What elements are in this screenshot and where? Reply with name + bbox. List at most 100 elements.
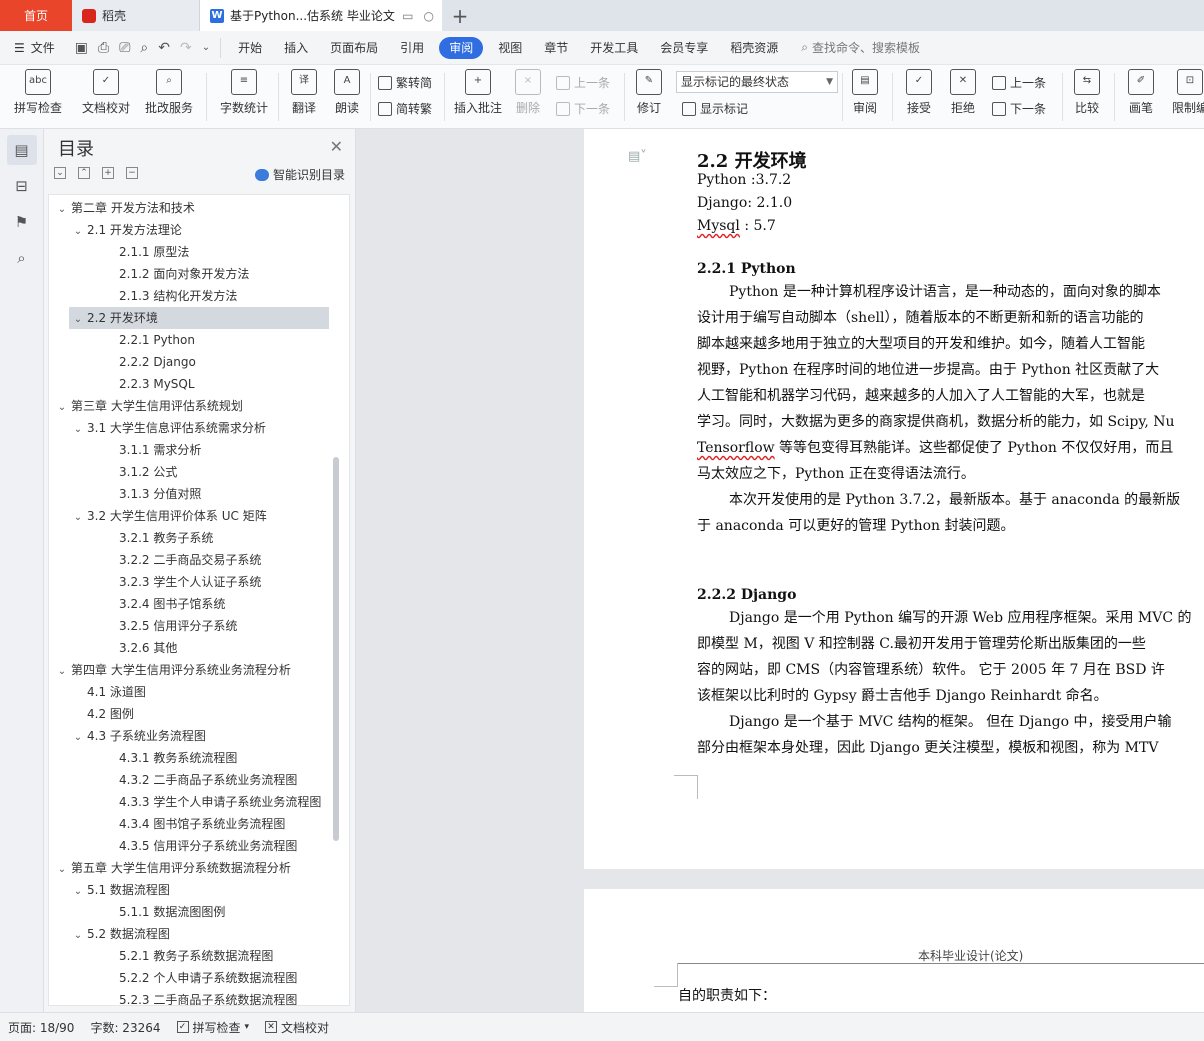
- show-markup-button[interactable]: 显示标记: [682, 100, 748, 117]
- tab-window-icon[interactable]: ▭: [402, 9, 413, 23]
- toc-item[interactable]: ⌄ 2.2 开发环境: [69, 307, 329, 329]
- toc-item[interactable]: 3.2.3 学生个人认证子系统: [103, 571, 261, 593]
- tab-docer[interactable]: 稻壳: [72, 0, 200, 31]
- chapter-nav-icon[interactable]: ⊟: [7, 171, 37, 201]
- toc-item[interactable]: 2.2.3 MySQL: [103, 373, 195, 395]
- toc-item[interactable]: 2.1.3 结构化开发方法: [103, 285, 237, 307]
- tab-home[interactable]: 首页: [0, 0, 72, 31]
- chevron-down-icon[interactable]: ⌄: [71, 309, 85, 331]
- chevron-down-icon[interactable]: ⌄: [71, 727, 85, 749]
- more-icon[interactable]: ⌄: [202, 42, 210, 53]
- menu-tab[interactable]: 引用: [389, 37, 435, 59]
- menu-tab[interactable]: 开发工具: [579, 37, 649, 59]
- toc-item[interactable]: 4.3.4 图书馆子系统业务流程图: [103, 813, 285, 835]
- command-search[interactable]: ⌕ 查找命令、搜索模板: [801, 39, 920, 56]
- toc-item[interactable]: 4.3.5 信用评分子系统业务流程图: [103, 835, 297, 857]
- toc-item[interactable]: 4.3.1 教务系统流程图: [103, 747, 237, 769]
- paragraph-menu-icon[interactable]: ▤˅: [628, 149, 647, 164]
- print-icon[interactable]: ⎚: [119, 40, 130, 56]
- toc-item[interactable]: ⌄ 第三章 大学生信用评估系统规划: [55, 395, 243, 417]
- next-change-button[interactable]: 下一条: [992, 100, 1046, 117]
- toc-item[interactable]: 3.1.2 公式: [103, 461, 177, 483]
- toc-item[interactable]: ⌄ 5.1 数据流程图: [71, 879, 170, 901]
- chevron-down-icon[interactable]: ⌄: [55, 397, 69, 419]
- chevron-down-icon[interactable]: ⌄: [71, 925, 85, 947]
- toc-item[interactable]: 2.1.1 原型法: [103, 241, 189, 263]
- toc-item[interactable]: ⌄ 第四章 大学生信用评分系统业务流程分析: [55, 659, 291, 681]
- toc-scrollbar[interactable]: [333, 457, 339, 841]
- toc-item[interactable]: ⌄ 3.1 大学生信息评估系统需求分析: [71, 417, 266, 439]
- chevron-down-icon[interactable]: ⌄: [71, 881, 85, 903]
- toc-item[interactable]: ⌄ 第二章 开发方法和技术: [55, 197, 195, 219]
- close-icon[interactable]: ✕: [330, 137, 343, 156]
- toc-item[interactable]: 3.2.6 其他: [103, 637, 177, 659]
- file-menu[interactable]: ☰ 文件: [0, 39, 65, 56]
- toc-item[interactable]: 3.1.1 需求分析: [103, 439, 201, 461]
- expand-all-icon[interactable]: ⌃: [78, 167, 90, 179]
- chevron-down-icon[interactable]: ⌄: [55, 661, 69, 683]
- menu-tab[interactable]: 审阅: [439, 36, 484, 59]
- export-icon[interactable]: ⎙: [98, 40, 109, 56]
- toc-item[interactable]: ⌄ 第五章 大学生信用评分系统数据流程分析: [55, 857, 291, 879]
- chevron-down-icon[interactable]: ⌄: [55, 199, 69, 221]
- undo-icon[interactable]: ↶: [158, 40, 170, 56]
- track-changes-button[interactable]: ✎ 修订: [632, 69, 666, 116]
- toc-item[interactable]: 5.2.2 个人申请子系统数据流程图: [103, 967, 297, 989]
- chevron-down-icon[interactable]: ⌄: [71, 221, 85, 243]
- redo-icon[interactable]: ↷: [180, 40, 192, 56]
- menu-tab[interactable]: 开始: [227, 37, 273, 59]
- spell-check-status[interactable]: ✓ 拼写检查 ▾: [169, 1019, 258, 1036]
- toc-item[interactable]: 5.1.1 数据流图图例: [103, 901, 225, 923]
- proofread-button[interactable]: ✓ 文档校对: [78, 69, 134, 116]
- toc-item[interactable]: 3.2.4 图书子馆系统: [103, 593, 225, 615]
- toc-item[interactable]: 3.2.2 二手商品交易子系统: [103, 549, 261, 571]
- collapse-all-icon[interactable]: ⌄: [54, 167, 66, 179]
- save-icon[interactable]: ▣: [75, 40, 88, 56]
- prev-change-button[interactable]: 上一条: [992, 74, 1046, 91]
- page-indicator[interactable]: 页面: 18/90: [0, 1019, 82, 1036]
- word-count-button[interactable]: ≡ 字数统计: [216, 69, 272, 116]
- toc-item[interactable]: 3.2.5 信用评分子系统: [103, 615, 237, 637]
- compare-button[interactable]: ⇆ 比较: [1070, 69, 1104, 116]
- toc-item[interactable]: 4.2 图例: [71, 703, 134, 725]
- chevron-down-icon[interactable]: ⌄: [71, 419, 85, 441]
- menu-tab[interactable]: 插入: [273, 37, 319, 59]
- preview-icon[interactable]: ⌕: [140, 40, 148, 56]
- tab-close-icon[interactable]: ○: [424, 9, 434, 23]
- toc-nav-icon[interactable]: ▤: [6, 135, 37, 165]
- pen-button[interactable]: ✐ 画笔: [1124, 69, 1158, 116]
- toc-item[interactable]: 5.2.1 教务子系统数据流程图: [103, 945, 273, 967]
- chevron-down-icon[interactable]: ⌄: [55, 859, 69, 881]
- toc-item[interactable]: ⌄ 3.2 大学生信用评价体系 UC 矩阵: [71, 505, 267, 527]
- new-tab-button[interactable]: +: [442, 0, 478, 31]
- toc-item[interactable]: ⌄ 2.1 开发方法理论: [71, 219, 182, 241]
- translate-button[interactable]: 译翻译: [286, 69, 322, 116]
- restrict-editing-button[interactable]: ⊡ 限制编: [1170, 69, 1204, 116]
- toc-item[interactable]: ⌄ 5.2 数据流程图: [71, 923, 170, 945]
- review-pane-button[interactable]: ▤ 审阅: [848, 69, 882, 116]
- toc-item[interactable]: ⌄ 4.3 子系统业务流程图: [71, 725, 206, 747]
- spell-check-button[interactable]: abc 拼写检查: [10, 69, 66, 116]
- tab-document[interactable]: W 基于Python...估系统 毕业论文 ▭ ○: [200, 0, 442, 31]
- reject-button[interactable]: ✕ 拒绝: [946, 69, 980, 116]
- trad-to-simp-button[interactable]: 繁转简: [378, 74, 432, 91]
- toc-item[interactable]: 2.1.2 面向对象开发方法: [103, 263, 249, 285]
- markup-mode-select[interactable]: 显示标记的最终状态 ▼: [676, 71, 838, 93]
- toc-item[interactable]: 4.1 泳道图: [71, 681, 146, 703]
- menu-tab[interactable]: 视图: [487, 37, 533, 59]
- simp-to-trad-button[interactable]: 简转繁: [378, 100, 432, 117]
- word-count-status[interactable]: 字数: 23264: [82, 1019, 168, 1036]
- toc-item[interactable]: 2.2.1 Python: [103, 329, 195, 351]
- menu-tab[interactable]: 会员专享: [649, 37, 719, 59]
- bookmark-icon[interactable]: ⚑: [7, 207, 37, 237]
- menu-tab[interactable]: 稻壳资源: [719, 37, 789, 59]
- read-aloud-button[interactable]: A 朗读: [330, 69, 364, 116]
- toc-item[interactable]: 2.2.2 Django: [103, 351, 196, 373]
- toc-item[interactable]: 4.3.3 学生个人申请子系统业务流程图: [103, 791, 321, 813]
- proofread-status[interactable]: ✕ 文档校对: [257, 1019, 337, 1036]
- insert-comment-button[interactable]: + 插入批注: [452, 69, 504, 116]
- delete-comment-button[interactable]: × 删除: [510, 69, 546, 116]
- remove-level-icon[interactable]: −: [126, 167, 138, 179]
- toc-item[interactable]: 4.3.2 二手商品子系统业务流程图: [103, 769, 297, 791]
- toc-item[interactable]: 3.2.1 教务子系统: [103, 527, 213, 549]
